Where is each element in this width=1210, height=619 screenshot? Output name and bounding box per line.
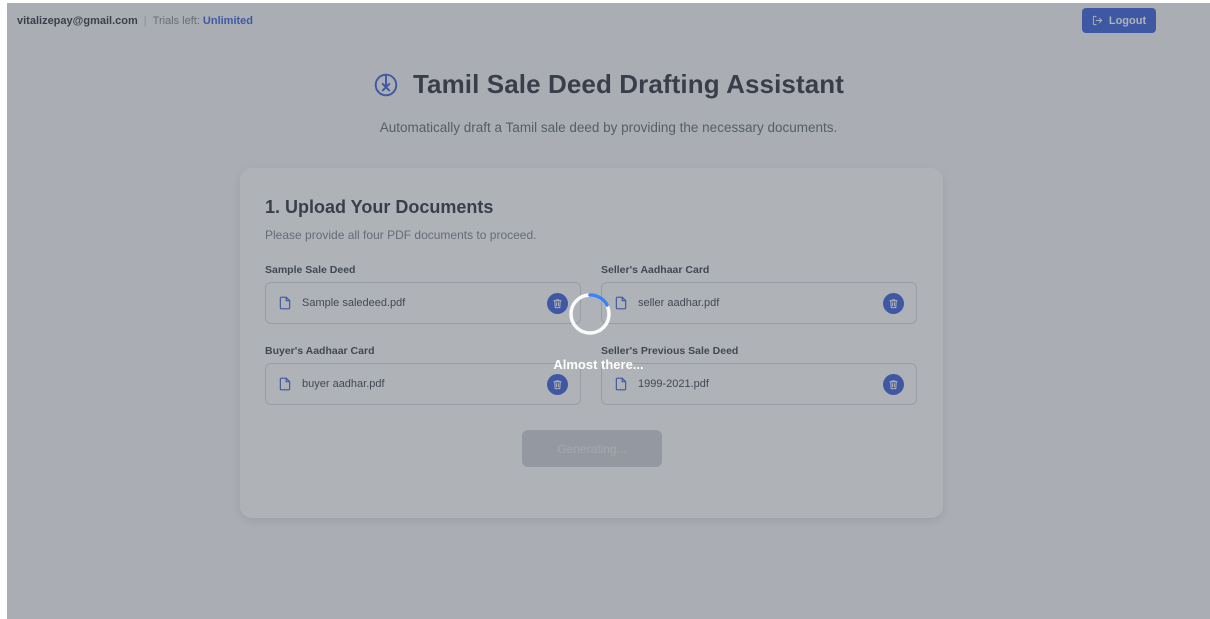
window-frame [0, 0, 7, 619]
loading-text: Almost there... [553, 357, 644, 372]
app-root: vitalizepay@gmail.com | Trials left: Unl… [7, 3, 1210, 619]
loading-spinner-icon [569, 293, 611, 335]
